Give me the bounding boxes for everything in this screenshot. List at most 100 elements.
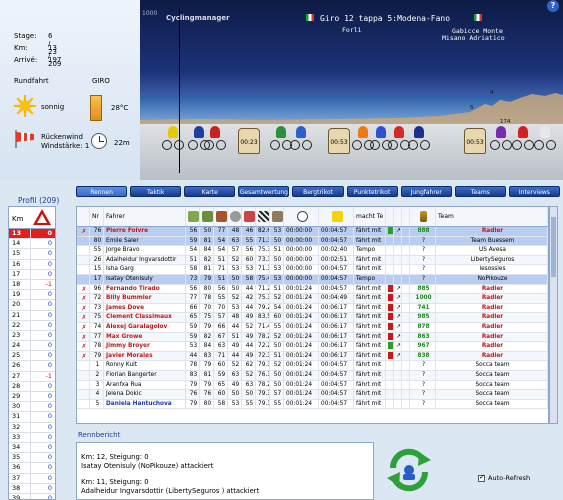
rider-team[interactable]: Radler — [436, 303, 548, 313]
remove-rider-icon[interactable]: ✗ — [77, 303, 90, 313]
remove-rider-icon[interactable]: ✗ — [77, 342, 90, 351]
rider-tactic[interactable]: fährt mit — [354, 390, 386, 399]
auto-refresh-toggle[interactable]: Auto-Refresh — [478, 473, 530, 482]
tactic-arrow[interactable]: ↗ — [394, 313, 402, 322]
remove-rider-icon[interactable] — [77, 236, 90, 246]
rider-name[interactable]: Alexej Garalagolov — [104, 322, 186, 332]
rider-tactic[interactable]: fährt mit — [354, 294, 386, 303]
timetrial-skill-icon[interactable] — [228, 207, 242, 226]
profile-row[interactable]: 36 0 — [9, 463, 55, 474]
tactic-arrow[interactable]: ↗ — [394, 284, 402, 294]
rider-team[interactable]: Radler — [436, 322, 548, 332]
table-row[interactable]: ✗ 78 Jimmy Broyer 53 84 63 49 44 72.2 50 00:01:24 0… — [77, 342, 548, 352]
profile-row[interactable]: 27 -1 — [9, 371, 55, 382]
profile-row[interactable]: 35 0 — [9, 453, 55, 464]
profile-row[interactable]: 21 0 — [9, 310, 55, 321]
table-row[interactable]: 3 Aranfxa Rua 79 79 65 49 63 78.2 50 00:01:24 00:0… — [77, 380, 548, 391]
profile-row[interactable]: 28 0 — [9, 381, 55, 392]
profile-row[interactable]: 32 0 — [9, 422, 55, 433]
table-row[interactable]: ✗ 72 Billy Bummler 77 78 55 52 42 75.3 52 00:01:24… — [77, 294, 548, 304]
table-row[interactable]: ✗ 75 Clement Classimaux 65 75 57 48 49 83.5 60 00:… — [77, 313, 548, 323]
tactic-arrow[interactable]: ↗ — [394, 332, 402, 342]
remove-rider-icon[interactable]: ✗ — [77, 294, 90, 303]
refresh-icon[interactable] — [383, 446, 435, 492]
remove-rider-icon[interactable] — [77, 380, 90, 390]
rider-name[interactable]: Florian Bangerter — [104, 370, 186, 380]
rider-name[interactable]: Billy Bummler — [104, 294, 186, 303]
rider-name[interactable]: Isha Garg — [104, 265, 186, 274]
table-row[interactable]: ✗ 96 Fernando Tirado 56 80 56 50 44 71.2 51 00:01:… — [77, 284, 548, 295]
rider-name[interactable]: Jorge Bravo — [104, 246, 186, 255]
rider-tactic[interactable]: fährt mit — [354, 265, 386, 274]
rider-team[interactable]: Radler — [436, 227, 548, 236]
rider-team[interactable]: lesossies — [436, 265, 548, 274]
tactic-arrow[interactable]: ↗ — [394, 351, 402, 361]
rider-team[interactable]: Team Buessem — [436, 236, 548, 246]
rider-tactic[interactable]: fährt mit — [354, 361, 386, 370]
table-row[interactable]: 55 Jorge Bravo 54 84 54 57 56 75.3 51 00:00:00 00:… — [77, 246, 548, 256]
rider-team[interactable]: Socca team — [436, 390, 548, 399]
rider-name[interactable]: Isatay Otenisuly — [104, 274, 186, 284]
rider-team[interactable]: US Avesa — [436, 246, 548, 255]
profile-row[interactable]: 29 0 — [9, 392, 55, 403]
profile-row[interactable]: 20 0 — [9, 300, 55, 311]
profile-table[interactable]: Km 13 0 14 0 15 0 16 0 17 0 18 -1 19 0 20 0 21 0 22 0 23 0 24 0… — [8, 206, 56, 500]
table-row[interactable]: ✗ 76 Pierre Foivre 56 50 77 48 46 82.6 53 00:00:00… — [77, 227, 548, 237]
rider-team[interactable]: Radler — [436, 342, 548, 351]
tactic-arrow[interactable]: ↗ — [394, 294, 402, 303]
rider-name[interactable]: Adalheidur Ingvarsdottir — [104, 255, 186, 265]
rider-tactic[interactable]: fährt mit — [354, 399, 386, 409]
table-row[interactable]: ✗ 73 James Dove 66 70 70 53 44 79.2 54 00:01:24 00:… — [77, 303, 548, 314]
table-row[interactable]: 17 Isatay Otenisuly 73 79 51 50 58 75.4 53 00:00:… — [77, 274, 548, 285]
tab-karte[interactable]: Karte — [184, 186, 236, 197]
rider-tactic[interactable]: fährt mit — [354, 322, 386, 332]
profile-row[interactable]: 23 0 — [9, 330, 55, 342]
help-icon[interactable]: ? — [547, 0, 559, 12]
stamina-skill-icon[interactable] — [242, 207, 256, 226]
profile-row[interactable]: 19 0 — [9, 290, 55, 301]
rider-team[interactable]: Socca team — [436, 380, 548, 390]
rider-tactic[interactable]: fährt mit — [354, 342, 386, 351]
mountain-skill-icon[interactable] — [200, 207, 214, 226]
remove-rider-icon[interactable] — [77, 390, 90, 399]
profile-row[interactable]: 18 -1 — [9, 279, 55, 291]
profile-row[interactable]: 22 0 — [9, 320, 55, 331]
rider-team[interactable]: Socca team — [436, 370, 548, 380]
remove-rider-icon[interactable] — [77, 265, 90, 274]
rider-name[interactable]: Javier Morales — [104, 351, 186, 361]
tab-gesamtwertung[interactable]: Gesamtwertung — [238, 186, 290, 197]
yellow-jersey-icon[interactable] — [319, 207, 354, 226]
nr-col-header[interactable]: Nr — [90, 207, 104, 226]
profile-row[interactable]: 30 0 — [9, 402, 55, 413]
rider-name[interactable]: James Dove — [104, 303, 186, 313]
hill-skill-icon[interactable] — [214, 207, 228, 226]
tactic-arrow[interactable]: ↗ — [394, 342, 402, 351]
rider-team[interactable]: LibertySeguros — [436, 255, 548, 265]
rider-tactic[interactable]: fährt mit — [354, 236, 386, 246]
rider-tactic[interactable]: fährt mit — [354, 313, 386, 322]
rider-name[interactable]: Emile Saler — [104, 236, 186, 246]
tactic-arrow[interactable]: ↗ — [394, 322, 402, 332]
profile-row[interactable]: 17 0 — [9, 269, 55, 280]
rider-tactic[interactable]: Tempo — [354, 246, 386, 255]
rider-team[interactable]: NoPikouze — [436, 274, 548, 284]
remove-rider-icon[interactable] — [77, 246, 90, 255]
profile-row[interactable]: 26 0 — [9, 361, 55, 372]
rider-team[interactable]: Radler — [436, 313, 548, 322]
profile-row[interactable]: 24 0 — [9, 341, 55, 352]
profile-row[interactable]: 34 0 — [9, 442, 55, 454]
profile-row[interactable]: 14 0 — [9, 239, 55, 250]
remove-rider-icon[interactable] — [77, 370, 90, 380]
rider-name[interactable]: Fernando Tirado — [104, 284, 186, 294]
remove-rider-icon[interactable] — [77, 255, 90, 265]
profile-row[interactable]: 37 0 — [9, 473, 55, 484]
tab-interviews[interactable]: Interviews — [508, 186, 560, 197]
remove-rider-icon[interactable]: ✗ — [77, 351, 90, 361]
rider-tactic[interactable]: fährt mit — [354, 284, 386, 294]
sprint-skill-icon[interactable] — [256, 207, 270, 226]
tactic-arrow[interactable]: ↗ — [394, 227, 402, 236]
table-row[interactable]: ✗ 79 Javier Morales 44 83 71 44 49 72.3 51 00:01:2… — [77, 351, 548, 362]
flat-skill-icon[interactable] — [186, 207, 200, 226]
clock-col-icon[interactable] — [284, 207, 319, 226]
auto-refresh-checkbox[interactable] — [478, 473, 485, 482]
